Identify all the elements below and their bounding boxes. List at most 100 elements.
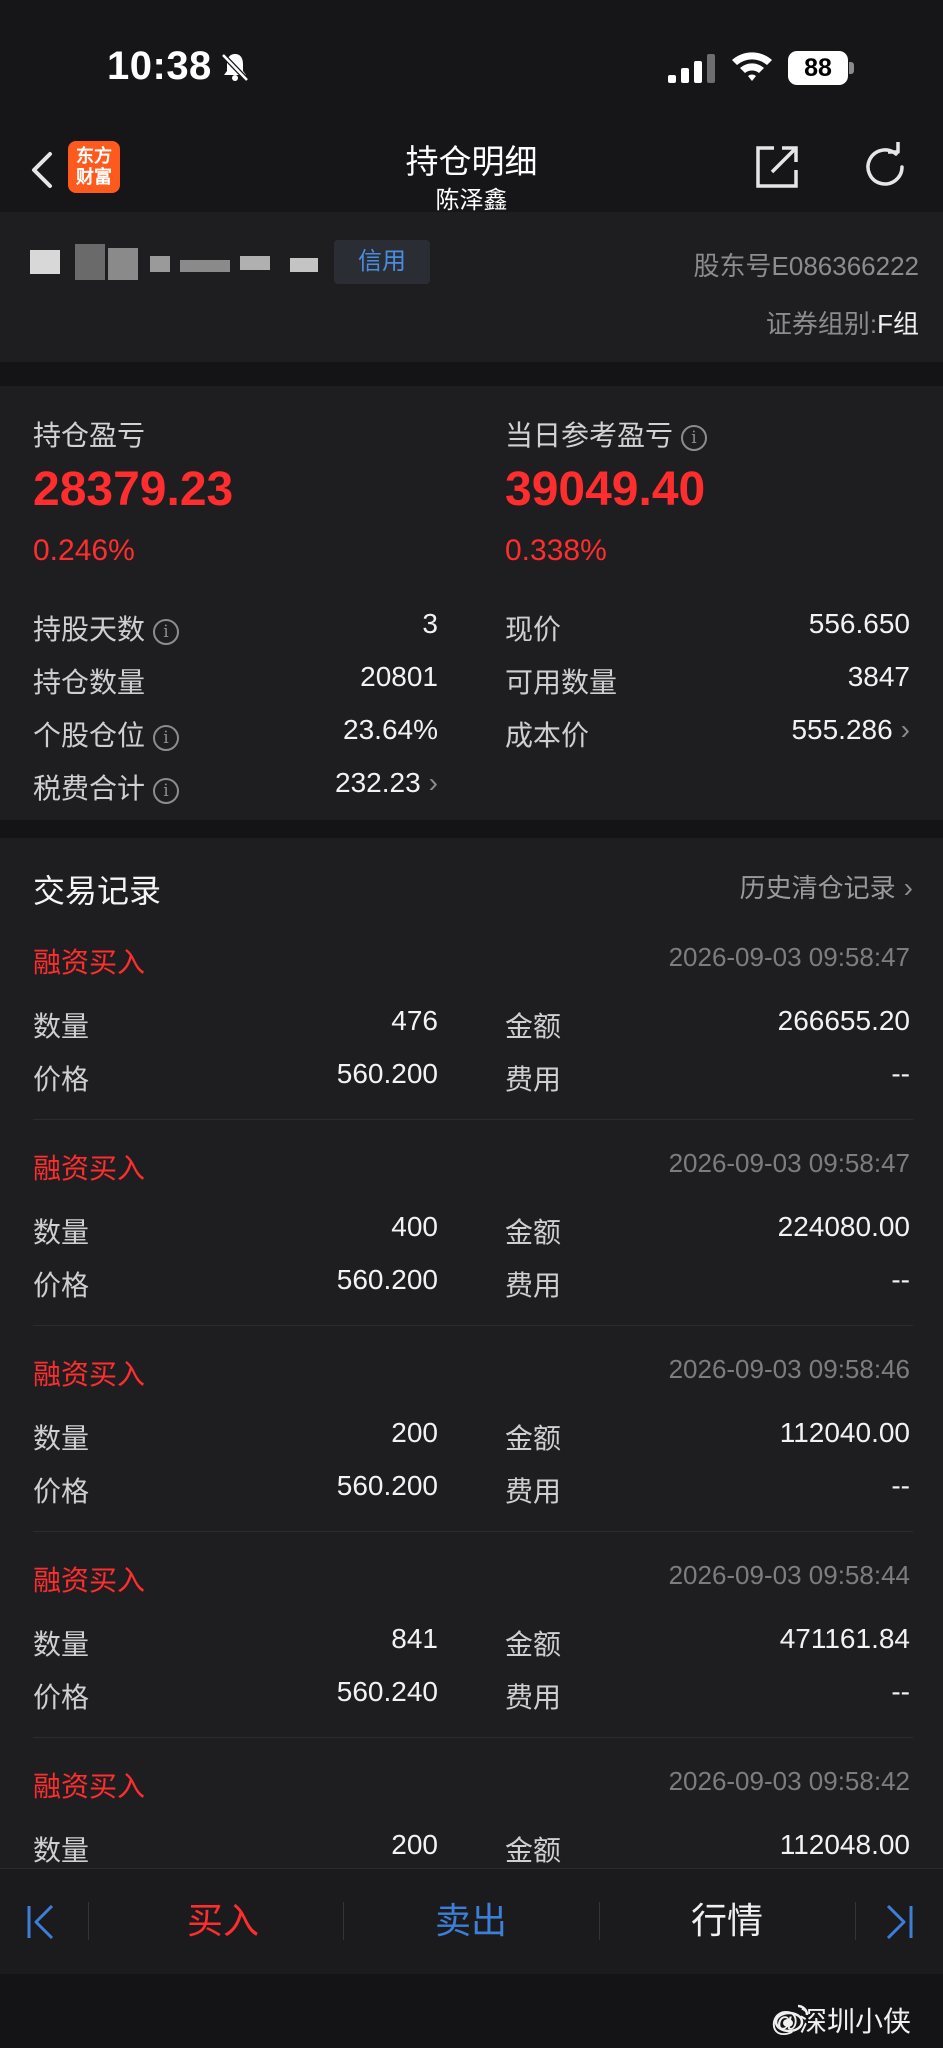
divider bbox=[33, 1119, 913, 1120]
watermark: @深圳小侠 bbox=[770, 2006, 911, 2037]
cellular-signal-icon bbox=[668, 54, 715, 83]
daily-pl-label: 当日参考盈亏 bbox=[505, 420, 674, 451]
info-icon[interactable]: i bbox=[153, 724, 180, 751]
trade-fee-value: -- bbox=[891, 1470, 910, 1501]
share-icon[interactable] bbox=[752, 142, 802, 192]
last-page-icon[interactable] bbox=[884, 1904, 914, 1940]
trade-time: 2026-09-03 09:58:46 bbox=[668, 1354, 910, 1384]
trade-time: 2026-09-03 09:58:44 bbox=[668, 1560, 910, 1590]
trade-type: 融资买入 bbox=[33, 1359, 146, 1390]
trade-qty-value: 200 bbox=[391, 1417, 438, 1448]
masked-account-name bbox=[30, 244, 318, 280]
trade-price-label: 价格 bbox=[33, 1270, 90, 1301]
battery-nub bbox=[849, 62, 854, 74]
trade-price-value: 560.240 bbox=[336, 1676, 438, 1707]
position-ratio-label: 个股仓位 bbox=[33, 720, 146, 751]
trade-amount-value: 112040.00 bbox=[779, 1417, 910, 1448]
current-price-value: 556.650 bbox=[808, 608, 910, 639]
position-pl-value: 28379.23 bbox=[33, 463, 234, 516]
sell-button[interactable]: 卖出 bbox=[343, 1888, 599, 1954]
cost-price-row[interactable]: 555.286 › bbox=[791, 714, 910, 746]
tax-fee-label-wrap: 税费合计 i bbox=[33, 767, 180, 807]
chevron-right-icon: › bbox=[428, 767, 438, 798]
trade-qty-label: 数量 bbox=[33, 1629, 90, 1660]
trade-fee-value: -- bbox=[891, 1058, 910, 1089]
trade-price-label: 价格 bbox=[33, 1682, 90, 1713]
trade-price-value: 560.200 bbox=[336, 1470, 438, 1501]
trade-fee-label: 费用 bbox=[505, 1682, 562, 1713]
history-link[interactable]: 历史清仓记录 › bbox=[740, 868, 913, 905]
shareholder-number: 股东号E086366222 bbox=[693, 251, 919, 281]
trade-qty-value: 400 bbox=[391, 1211, 438, 1242]
trade-amount-value: 224080.00 bbox=[777, 1211, 910, 1242]
trade-fee-label: 费用 bbox=[505, 1064, 562, 1095]
trade-qty-label: 数量 bbox=[33, 1217, 90, 1248]
trade-amount-value: 112048.00 bbox=[779, 1829, 910, 1860]
trade-price-label: 价格 bbox=[33, 1476, 90, 1507]
cost-price-value: 555.286 bbox=[791, 714, 893, 745]
trade-price-value: 560.200 bbox=[336, 1058, 438, 1089]
position-ratio-value: 23.64% bbox=[343, 714, 438, 745]
chevron-right-icon: › bbox=[900, 714, 910, 745]
battery-level: 88 bbox=[788, 51, 848, 85]
position-ratio-label-wrap: 个股仓位 i bbox=[33, 714, 180, 754]
info-icon[interactable]: i bbox=[681, 424, 708, 451]
silent-bell-icon bbox=[221, 53, 249, 82]
trade-price-label: 价格 bbox=[33, 1064, 90, 1095]
battery-indicator: 88 bbox=[788, 51, 854, 85]
trade-qty-label: 数量 bbox=[33, 1835, 90, 1866]
divider bbox=[33, 1531, 913, 1532]
trade-amount-label: 金额 bbox=[505, 1011, 562, 1042]
first-page-icon[interactable] bbox=[26, 1904, 56, 1940]
trade-type: 融资买入 bbox=[33, 1565, 146, 1596]
trade-amount-label: 金额 bbox=[505, 1629, 562, 1660]
status-time: 10:38 bbox=[107, 44, 212, 88]
history-link-label: 历史清仓记录 bbox=[739, 873, 896, 903]
position-qty-label: 持仓数量 bbox=[33, 667, 146, 698]
info-icon[interactable]: i bbox=[153, 618, 180, 645]
wifi-icon bbox=[732, 52, 772, 81]
trade-time: 2026-09-03 09:58:47 bbox=[668, 942, 910, 972]
trade-fee-value: -- bbox=[891, 1264, 910, 1295]
refresh-icon[interactable] bbox=[860, 142, 910, 192]
divider bbox=[33, 1737, 913, 1738]
security-group-label: 证券组别: bbox=[765, 309, 878, 339]
trade-fee-value: -- bbox=[891, 1676, 910, 1707]
security-group-value: F组 bbox=[877, 309, 919, 339]
trade-qty-value: 476 bbox=[391, 1005, 438, 1036]
trade-type: 融资买入 bbox=[33, 1771, 146, 1802]
trade-qty-value: 841 bbox=[391, 1623, 438, 1654]
tax-fee-value: 232.23 bbox=[335, 767, 421, 798]
tax-fee-label: 税费合计 bbox=[33, 773, 146, 804]
trade-fee-label: 费用 bbox=[505, 1270, 562, 1301]
trade-fee-label: 费用 bbox=[505, 1476, 562, 1507]
holding-days-value: 3 bbox=[422, 608, 438, 639]
separator bbox=[855, 1902, 856, 1940]
info-icon[interactable]: i bbox=[153, 777, 180, 804]
market-button[interactable]: 行情 bbox=[599, 1888, 855, 1954]
available-qty-label: 可用数量 bbox=[505, 667, 618, 698]
credit-badge: 信用 bbox=[334, 240, 430, 284]
trade-amount-value: 471161.84 bbox=[779, 1623, 910, 1654]
trade-type: 融资买入 bbox=[33, 947, 146, 978]
position-qty-value: 20801 bbox=[360, 661, 438, 692]
holding-days-label: 持股天数 bbox=[33, 614, 146, 645]
trade-amount-value: 266655.20 bbox=[777, 1005, 910, 1036]
position-pl-label: 持仓盈亏 bbox=[33, 420, 146, 451]
trade-qty-label: 数量 bbox=[33, 1011, 90, 1042]
daily-pl-value: 39049.40 bbox=[505, 463, 706, 516]
buy-button[interactable]: 买入 bbox=[103, 1888, 343, 1954]
trade-time: 2026-09-03 09:58:42 bbox=[668, 1766, 910, 1796]
cost-price-label: 成本价 bbox=[505, 720, 590, 751]
available-qty-value: 3847 bbox=[847, 661, 910, 692]
position-pl-percent: 0.246% bbox=[33, 534, 135, 567]
trade-qty-label: 数量 bbox=[33, 1423, 90, 1454]
holding-days-label-wrap: 持股天数 i bbox=[33, 608, 180, 648]
trades-section-title: 交易记录 bbox=[33, 873, 162, 909]
daily-pl-percent: 0.338% bbox=[505, 534, 607, 567]
chevron-right-icon: › bbox=[903, 872, 913, 903]
tax-fee-row[interactable]: 232.23 › bbox=[335, 767, 438, 799]
trade-price-value: 560.200 bbox=[336, 1264, 438, 1295]
divider bbox=[33, 1325, 913, 1326]
trade-type: 融资买入 bbox=[33, 1153, 146, 1184]
